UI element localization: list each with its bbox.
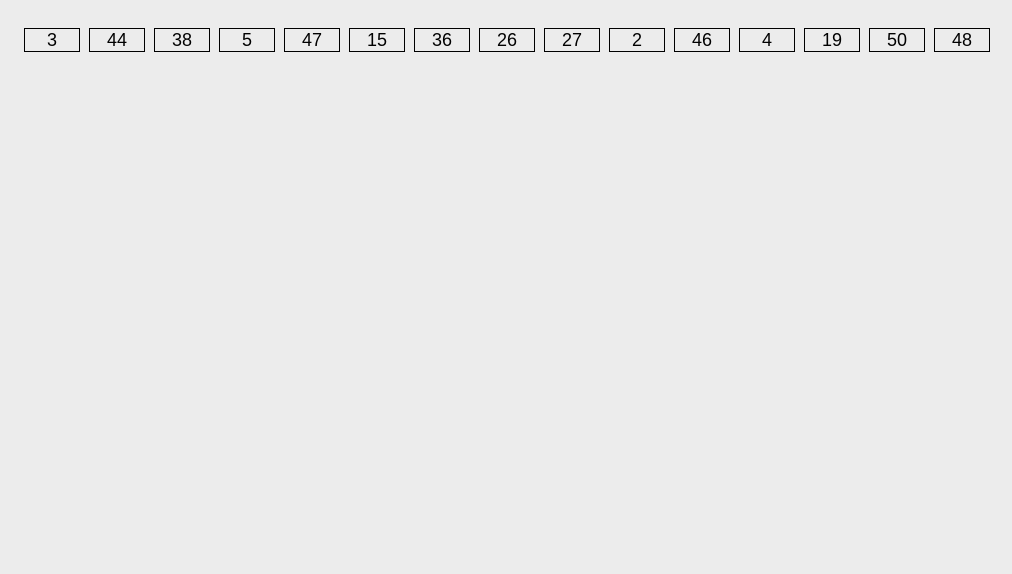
number-box: 50 [869, 28, 925, 52]
number-value: 36 [432, 31, 452, 49]
number-value: 3 [47, 31, 57, 49]
number-row: 3 44 38 5 47 15 36 26 27 2 46 4 19 50 48 [24, 28, 1012, 52]
number-value: 47 [302, 31, 322, 49]
number-value: 48 [952, 31, 972, 49]
number-value: 2 [632, 31, 642, 49]
number-value: 26 [497, 31, 517, 49]
number-box: 2 [609, 28, 665, 52]
number-box: 47 [284, 28, 340, 52]
number-box: 5 [219, 28, 275, 52]
number-value: 15 [367, 31, 387, 49]
number-box: 36 [414, 28, 470, 52]
number-box: 4 [739, 28, 795, 52]
number-value: 19 [822, 31, 842, 49]
number-box: 19 [804, 28, 860, 52]
number-box: 3 [24, 28, 80, 52]
number-value: 50 [887, 31, 907, 49]
number-value: 38 [172, 31, 192, 49]
number-value: 27 [562, 31, 582, 49]
number-box: 15 [349, 28, 405, 52]
number-value: 4 [762, 31, 772, 49]
number-box: 26 [479, 28, 535, 52]
number-value: 5 [242, 31, 252, 49]
number-box: 48 [934, 28, 990, 52]
number-box: 44 [89, 28, 145, 52]
number-box: 38 [154, 28, 210, 52]
number-box: 46 [674, 28, 730, 52]
number-box: 27 [544, 28, 600, 52]
number-value: 46 [692, 31, 712, 49]
number-value: 44 [107, 31, 127, 49]
